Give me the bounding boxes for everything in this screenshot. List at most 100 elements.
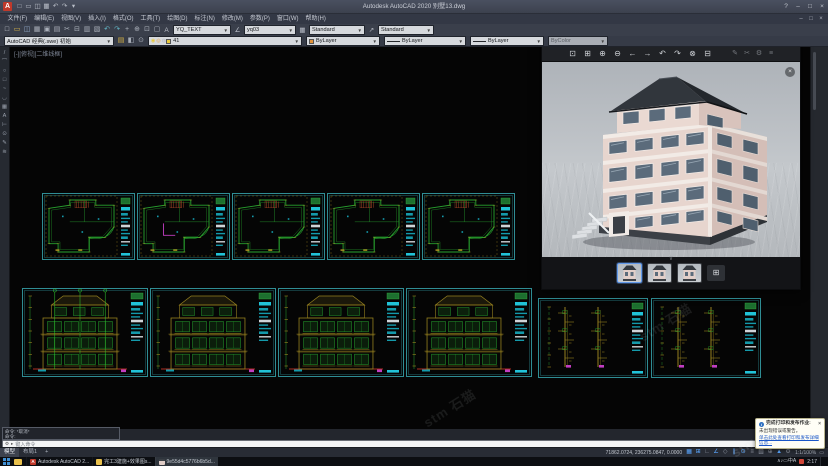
save-icon[interactable]: ◫: [22, 24, 32, 36]
menu-edit[interactable]: 编辑(E): [31, 14, 58, 24]
lineweight-combo[interactable]: ByLayer▼: [470, 36, 544, 46]
open-icon[interactable]: ▭: [12, 24, 22, 36]
save-icon[interactable]: ◫: [33, 0, 42, 13]
tray-app-icon[interactable]: [799, 459, 804, 464]
layer-on-icon[interactable]: ◉: [151, 38, 155, 44]
ortho-toggle[interactable]: ∟: [703, 448, 711, 457]
edit-tool-icon[interactable]: ✎: [0, 140, 9, 146]
layer-freeze-icon[interactable]: ◎: [156, 38, 160, 44]
menu-parametric[interactable]: 参数(P): [246, 14, 273, 24]
mleader-style-combo[interactable]: Standard▼: [378, 25, 434, 35]
menu-help[interactable]: 帮助(H): [302, 14, 329, 24]
linetype-combo[interactable]: ByLayer▼: [384, 36, 466, 46]
paste-icon[interactable]: ▥: [82, 24, 92, 36]
collapse-strip-icon[interactable]: ∨: [669, 257, 673, 262]
publish-icon[interactable]: ▤: [52, 24, 62, 36]
copy-icon[interactable]: ⊟: [700, 46, 715, 61]
viewport-controls-label[interactable]: [-][俯视][二维线框]: [14, 49, 62, 58]
balloon-close-icon[interactable]: ×: [818, 422, 821, 427]
erase-tool-icon[interactable]: ≋: [0, 149, 9, 155]
isodraft-toggle[interactable]: ◇: [721, 448, 729, 457]
properties-icon[interactable]: ▢: [152, 24, 162, 36]
prev-image-icon[interactable]: ←: [625, 46, 640, 61]
dim-style-combo[interactable]: yq03▼: [244, 25, 296, 35]
help-icon[interactable]: ?: [780, 0, 792, 13]
menu-insert[interactable]: 插入(I): [85, 14, 110, 24]
annotation-visibility-toggle[interactable]: ▲: [775, 448, 783, 457]
text-tool-icon[interactable]: A: [0, 113, 9, 119]
edit-icon[interactable]: ✎: [729, 46, 741, 61]
otrack-toggle[interactable]: ∥: [730, 448, 738, 457]
show-desktop-button[interactable]: [820, 457, 826, 466]
taskbar-app-folder[interactable]: 完工3建施+效果图s...: [92, 457, 154, 466]
tab-model[interactable]: 模型: [0, 448, 19, 457]
lineweight-toggle[interactable]: ≡: [748, 448, 756, 457]
text-style-combo[interactable]: YQ_TEXT▼: [173, 25, 231, 35]
annotation-scale[interactable]: 1:1/100%: [795, 450, 816, 456]
ellipse-tool-icon[interactable]: ◡: [0, 95, 9, 101]
close-icon[interactable]: ×: [816, 0, 828, 13]
restore-icon[interactable]: □: [804, 0, 816, 13]
zoom-out-icon[interactable]: ⊖: [610, 46, 625, 61]
point-tool-icon[interactable]: ⊙: [0, 131, 9, 137]
menu-tools[interactable]: 工具(T): [137, 14, 164, 24]
menu-format[interactable]: 格式(O): [109, 14, 137, 24]
table-style-combo[interactable]: Standard▼: [309, 25, 365, 35]
hatch-tool-icon[interactable]: ▦: [0, 104, 9, 110]
thumbnail-3[interactable]: [677, 263, 702, 283]
layer-isolate-icon[interactable]: ⊙: [136, 35, 146, 47]
layer-properties-icon[interactable]: ▤: [116, 35, 126, 47]
right-scrollbar[interactable]: [810, 47, 828, 429]
doc-restore-icon[interactable]: □: [806, 14, 816, 24]
qat-menu-icon[interactable]: ▾: [69, 0, 78, 13]
layer-states-icon[interactable]: ◧: [126, 35, 136, 47]
plot-icon[interactable]: ▦: [32, 24, 42, 36]
circle-tool-icon[interactable]: ○: [0, 68, 9, 74]
autocad-logo[interactable]: A: [3, 2, 12, 11]
clock[interactable]: 2:17: [807, 459, 817, 465]
object-color-combo[interactable]: ByLayer▼: [306, 36, 380, 46]
polar-toggle[interactable]: ∠: [712, 448, 720, 457]
rotate-left-icon[interactable]: ↶: [655, 46, 670, 61]
rotate-right-icon[interactable]: ↷: [670, 46, 685, 61]
preview-icon[interactable]: ▣: [42, 24, 52, 36]
arc-tool-icon[interactable]: ⌒: [0, 59, 9, 65]
redo-icon[interactable]: ↷: [60, 0, 69, 13]
undo-icon[interactable]: ↶: [102, 24, 112, 36]
tab-add-layout[interactable]: +: [41, 448, 52, 457]
menu-draw[interactable]: 绘图(D): [164, 14, 191, 24]
thumbnail-2[interactable]: [647, 263, 672, 283]
snap-toggle[interactable]: ⊞: [694, 448, 702, 457]
viewer-image-area[interactable]: ×: [542, 62, 800, 257]
clean-screen-button[interactable]: ▭: [819, 450, 824, 456]
next-image-icon[interactable]: →: [640, 46, 655, 61]
start-button[interactable]: [3, 458, 10, 465]
menu-file[interactable]: 文件(F): [4, 14, 31, 24]
file-explorer-icon[interactable]: [14, 459, 22, 465]
new-icon[interactable]: □: [15, 0, 24, 13]
cut-icon[interactable]: ✂: [62, 24, 72, 36]
thumbnail-grid-button[interactable]: ⊞: [707, 265, 725, 281]
delete-icon[interactable]: ⊗: [685, 46, 700, 61]
thumbnail-1[interactable]: [617, 263, 642, 283]
fit-icon[interactable]: ⊞: [580, 46, 595, 61]
osnap-toggle[interactable]: ⊙: [739, 448, 747, 457]
new-icon[interactable]: □: [2, 24, 12, 36]
menu-dimension[interactable]: 标注(N): [191, 14, 218, 24]
more-icon[interactable]: ≡: [765, 46, 777, 61]
balloon-details-link[interactable]: 单击此处查看打印和发布详细信息...: [759, 435, 821, 446]
spline-tool-icon[interactable]: ~: [0, 86, 9, 92]
layer-combo[interactable]: ◉◎◍ 41 ▼: [148, 36, 302, 46]
undo-icon[interactable]: ↶: [51, 0, 60, 13]
copy-icon[interactable]: ⊟: [72, 24, 82, 36]
taskbar-app-autocad[interactable]: A Autodesk AutoCAD 2...: [26, 457, 92, 466]
transparency-toggle[interactable]: ▧: [757, 448, 765, 457]
selection-cycling-toggle[interactable]: ⊕: [766, 448, 774, 457]
plot-icon[interactable]: ▦: [42, 0, 51, 13]
command-history[interactable]: 命令: *取消* 命令:: [2, 427, 120, 440]
grid-toggle[interactable]: ▦: [685, 448, 693, 457]
dimension-tool-icon[interactable]: ⊢: [0, 122, 9, 128]
workspace-toggle[interactable]: ⚙: [784, 448, 792, 457]
taskbar-app-image-viewer[interactable]: 9e55d4c5776b6b5d...: [155, 457, 218, 466]
tab-layout1[interactable]: 布局1: [19, 448, 41, 457]
